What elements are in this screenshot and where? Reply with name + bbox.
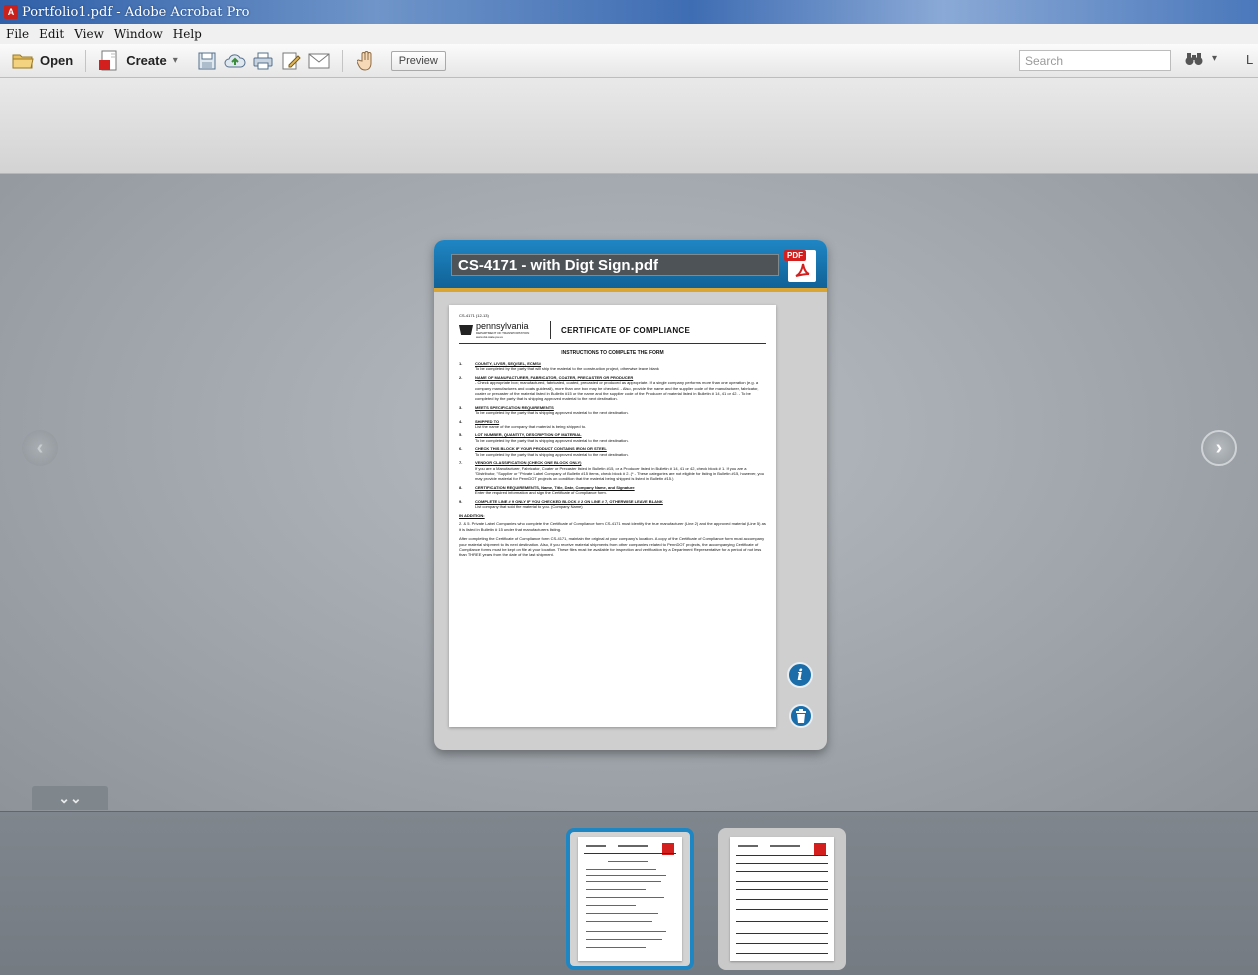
instruction-item: 3. MEETS SPECIFICATION REQUIREMENTS To be …	[459, 405, 766, 416]
folder-icon	[12, 50, 34, 72]
item-number: 5.	[459, 432, 463, 438]
item-body: Enter the required information and sign …	[475, 490, 607, 496]
file-actions	[196, 50, 330, 72]
card-header-stripe	[434, 288, 827, 292]
document-heading: CERTIFICATE OF COMPLIANCE	[561, 325, 691, 335]
item-body: To be completed by the party that is shi…	[475, 437, 629, 443]
addition-item: 2. & 5. Private Label Companies who comp…	[459, 521, 766, 532]
item-body: If you are a Manufacturer, Fabricator, C…	[475, 465, 765, 482]
trash-icon	[796, 709, 806, 723]
pennsylvania-logo: pennsylvania DEPARTMENT OF TRANSPORTATIO…	[459, 321, 551, 339]
item-heading: CHECK THIS BLOCK IF YOUR PRODUCT CONTAIN…	[475, 446, 607, 452]
document-letterhead: pennsylvania DEPARTMENT OF TRANSPORTATIO…	[459, 321, 766, 344]
next-file-button[interactable]: ›	[1201, 430, 1237, 466]
instruction-item: 7. VENDOR CLASSIFICATION (CHECK ONE BLOCK…	[459, 460, 766, 482]
org-name: pennsylvania	[476, 321, 529, 331]
instruction-item: 1. COUNTY, LIVSR, SEQ/SEL, ECMS# To be com…	[459, 361, 766, 372]
instructions-heading: INSTRUCTIONS TO COMPLETE THE FORM	[561, 350, 664, 356]
create-pdf-icon	[98, 50, 120, 72]
cloud-upload-icon[interactable]	[224, 50, 246, 72]
form-code: CS-4171 (12-13)	[459, 313, 489, 318]
truncated-toolbar-label: L	[1246, 52, 1254, 67]
instruction-item: 4. SHIPPED TO List the name of the company…	[459, 419, 766, 430]
item-body: To be completed by the party that is shi…	[475, 451, 629, 457]
instruction-item: 8. CERTIFICATION REQUIREMENTS, Name, Titl…	[459, 485, 766, 496]
edit-document-icon[interactable]	[280, 50, 302, 72]
item-body: List company that sold the material to y…	[475, 503, 583, 509]
hand-tool-icon[interactable]	[355, 50, 377, 72]
item-body: To be completed by the party that will s…	[475, 366, 659, 372]
create-button[interactable]: Create ▾	[98, 50, 178, 72]
print-icon[interactable]	[252, 50, 274, 72]
pdf-badge-label: PDF	[784, 250, 806, 261]
filmstrip	[0, 811, 1258, 975]
org-web: www.dot.state.pa.us	[476, 335, 503, 339]
previous-file-button[interactable]: ‹	[22, 430, 58, 466]
instruction-item: 2. NAME OF MANUFACTURER, FABRICATOR, COAT…	[459, 375, 766, 402]
delete-button[interactable]	[789, 704, 813, 728]
menu-edit[interactable]: Edit	[39, 27, 64, 41]
search-options-chevron-icon[interactable]: ▾	[1212, 53, 1217, 64]
file-preview-card[interactable]: CS-4171 - with Digt Sign.pdf PDF CS-4171…	[434, 240, 827, 750]
open-button[interactable]: Open	[12, 50, 73, 72]
item-body: To be completed by the party that is shi…	[475, 410, 629, 416]
keystone-icon	[459, 325, 473, 335]
email-icon[interactable]	[308, 50, 330, 72]
file-thumbnail[interactable]	[718, 828, 846, 970]
thumbnail-page	[730, 837, 834, 961]
item-number: 8.	[459, 484, 463, 490]
window-titlebar: A Portfolio1.pdf - Adobe Acrobat Pro	[0, 0, 1258, 24]
card-header: CS-4171 - with Digt Sign.pdf PDF	[434, 240, 827, 292]
closing-paragraph: After completing the Certificate of Comp…	[459, 536, 765, 558]
item-number: 9.	[459, 498, 463, 504]
thumbnail-page	[578, 837, 682, 961]
document-page-preview: CS-4171 (12-13) pennsylvania DEPARTMENT …	[449, 305, 776, 727]
item-number: 1.	[459, 361, 463, 366]
chevron-down-icon: ▾	[172, 55, 178, 66]
menu-help[interactable]: Help	[173, 27, 202, 41]
open-label: Open	[40, 53, 74, 68]
file-name-field[interactable]: CS-4171 - with Digt Sign.pdf	[451, 254, 779, 276]
portfolio-stage: ‹ › CS-4171 - with Digt Sign.pdf PDF CS-…	[0, 174, 1258, 811]
pdf-file-icon: PDF	[784, 250, 816, 282]
item-number: 4.	[459, 418, 463, 424]
item-body: List the name of the company that materi…	[475, 424, 587, 430]
item-number: 7.	[459, 460, 463, 466]
menu-window[interactable]: Window	[114, 27, 163, 41]
item-number: 2.	[459, 374, 463, 380]
pdf-mini-icon	[814, 843, 826, 855]
toolbar: Open Create ▾ Preview Search ▾ L	[0, 44, 1258, 78]
menu-bar: File Edit View Window Help	[0, 24, 1258, 44]
instruction-item: 6. CHECK THIS BLOCK IF YOUR PRODUCT CONTA…	[459, 446, 766, 457]
binoculars-search-icon[interactable]	[1185, 52, 1203, 69]
instruction-item: 5. LOT NUMBER, QUANTITY, DESCRIPTION OF M…	[459, 432, 766, 443]
toolbar-divider	[85, 49, 87, 72]
instruction-item: 9. COMPLETE LINE # 9 ONLY IF YOU CHECKED …	[459, 499, 766, 510]
item-number: 3.	[459, 404, 463, 410]
search-input[interactable]: Search	[1019, 50, 1171, 71]
preview-button[interactable]: Preview	[390, 50, 446, 71]
addition-heading: IN ADDITION:	[459, 513, 485, 519]
portfolio-header-pane	[0, 78, 1258, 174]
collapse-filmstrip-button[interactable]: ⌄⌄	[32, 786, 108, 810]
menu-view[interactable]: View	[74, 27, 104, 41]
toolbar-divider-2	[341, 49, 343, 72]
info-button[interactable]: i	[787, 662, 813, 688]
save-icon[interactable]	[196, 50, 218, 72]
create-label: Create	[126, 53, 167, 68]
item-body: - Check appropriate box; manufactured, f…	[475, 380, 759, 402]
file-thumbnail-selected[interactable]	[566, 828, 694, 970]
item-number: 6.	[459, 446, 463, 452]
menu-file[interactable]: File	[6, 27, 29, 41]
acrobat-app-icon: A	[4, 5, 18, 19]
window-title: Portfolio1.pdf - Adobe Acrobat Pro	[22, 4, 250, 20]
